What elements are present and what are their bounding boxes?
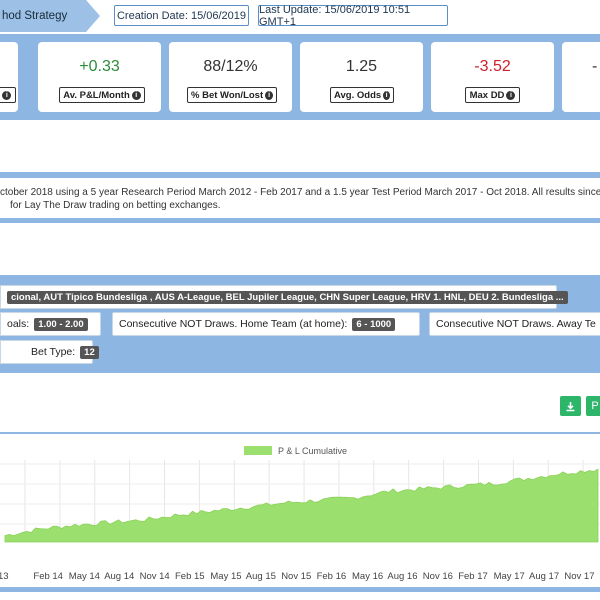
description-top-band	[0, 172, 600, 178]
info-icon[interactable]: i	[131, 90, 141, 100]
info-icon[interactable]: i	[383, 90, 390, 100]
x-tick-label: Aug 15	[246, 571, 276, 582]
x-tick-label: Feb 17	[458, 571, 488, 582]
stat-value-avg-pl-month: +0.33	[79, 58, 120, 75]
last-update-badge: Last Update: 15/06/2019 10:51 GMT+1	[258, 4, 448, 28]
info-icon[interactable]: i	[506, 90, 516, 100]
goals-filter[interactable]: oals: 1.00 - 2.00	[0, 312, 101, 336]
x-tick-label: Aug 14	[104, 571, 134, 582]
stat-label-partial: ni	[0, 87, 16, 103]
secondary-action-button[interactable]: P	[586, 396, 600, 416]
x-tick-label: Feb 16	[317, 571, 347, 582]
leagues-filter[interactable]: cional, AUT Tipico Bundesliga , AUS A-Le…	[0, 285, 568, 309]
stat-label-bet-won-lost: % Bet Won/Lost i	[187, 87, 277, 103]
stat-card-partial-right: -	[562, 42, 600, 112]
chart-legend[interactable]: P & L Cumulative	[244, 446, 347, 456]
creation-date-badge: Creation Date: 15/06/2019	[114, 5, 249, 26]
x-tick-label: Nov 16	[423, 571, 453, 582]
stat-label-avg-odds: Avg. Odds i	[330, 87, 394, 103]
x-tick-label: May 15	[210, 571, 241, 582]
legend-swatch	[244, 446, 272, 455]
x-tick-label: Nov 15	[281, 571, 311, 582]
x-tick-label: Nov 14	[140, 571, 170, 582]
stat-value-max-dd: -3.52	[474, 58, 511, 75]
stat-label-max-dd: Max DD i	[465, 87, 520, 103]
strategy-title-tab: hod Strategy	[0, 0, 86, 32]
info-icon[interactable]: i	[265, 90, 273, 100]
home-team-filter[interactable]: Consecutive NOT Draws. Home Team (at hom…	[112, 312, 420, 336]
stat-label-avg-pl-month: Av. P&L/Month i	[59, 87, 145, 103]
x-tick-label: Feb 14	[33, 571, 63, 582]
strategy-description: ctober 2018 using a 5 year Research Peri…	[0, 187, 600, 211]
strategy-title: hod Strategy	[2, 10, 68, 22]
pl-cumulative-area	[4, 468, 599, 543]
info-icon[interactable]: i	[2, 90, 12, 100]
download-icon	[566, 401, 575, 411]
x-tick-label: May 14	[69, 571, 100, 582]
x-tick-label: Aug 16	[387, 571, 417, 582]
legend-label: P & L Cumulative	[278, 446, 347, 456]
x-tick-label: May 17	[494, 571, 525, 582]
stat-value-avg-odds: 1.25	[345, 58, 378, 75]
pl-cumulative-chart: P & L Cumulative 13 Feb 14 May 14 Aug 14 Nov…	[0, 446, 600, 582]
description-bottom-band	[0, 218, 600, 223]
stat-value-partial-right: -	[592, 58, 598, 75]
bet-type-filter[interactable]: Bet Type: 12	[0, 340, 99, 364]
strategy-tab-arrow	[86, 0, 100, 32]
stat-value-bet-won-lost: 88/12%	[203, 58, 258, 75]
x-tick-label: 13	[0, 571, 9, 582]
x-tick-label: Nov 17	[564, 571, 594, 582]
x-tick-label: May 16	[352, 571, 383, 582]
download-button[interactable]	[560, 396, 581, 416]
away-team-filter[interactable]: Consecutive NOT Draws. Away Te	[429, 312, 600, 336]
x-tick-label: Aug 17	[529, 571, 559, 582]
x-tick-label: Feb 15	[175, 571, 205, 582]
